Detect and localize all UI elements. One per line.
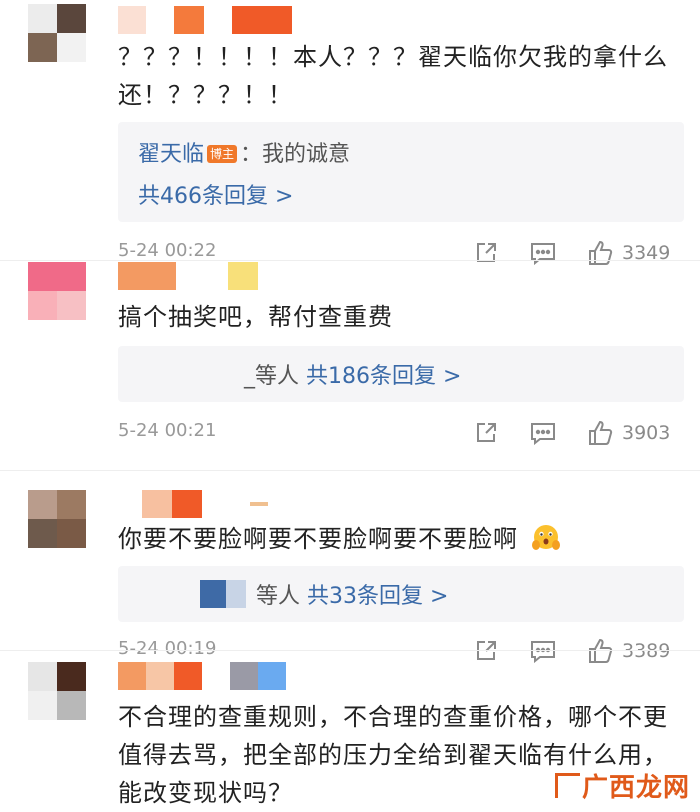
reply-preview[interactable]: 等人 共33条回复 > — [118, 566, 684, 622]
username-blurred[interactable] — [142, 490, 272, 518]
watermark-logo-icon — [554, 773, 580, 798]
comment-meta: 5-24 00:21 3903 — [118, 418, 684, 448]
like-button[interactable]: 3903 — [588, 418, 670, 448]
author-badge: 博主 — [207, 145, 238, 163]
comment-icon — [531, 423, 555, 445]
reply-count-link[interactable]: 共33条回复 > — [307, 584, 448, 609]
divider — [0, 260, 700, 261]
timestamp: 5-24 00:19 — [118, 638, 217, 659]
username-blurred[interactable] — [118, 6, 298, 34]
username-blurred[interactable] — [118, 262, 268, 290]
divider — [0, 470, 700, 471]
username-blurred[interactable] — [118, 662, 298, 690]
share-icon — [477, 243, 496, 262]
reply-preview[interactable]: _等人 共186条回复 > — [118, 346, 684, 402]
reply-text: ：我的诚意 — [240, 142, 351, 167]
reply-author[interactable]: 翟天临 — [138, 142, 204, 167]
reply-count-link[interactable]: 共466条回复 > — [138, 178, 293, 210]
reply-count-link[interactable]: 共186条回复 > — [306, 364, 461, 389]
comment-feed: { "comments": [ { "text": "？？？！！！！本人？？？翟… — [0, 0, 700, 808]
divider — [0, 650, 700, 651]
timestamp: 5-24 00:21 — [118, 420, 217, 441]
share-button[interactable] — [474, 418, 498, 448]
like-count: 3389 — [622, 640, 671, 662]
comment-button[interactable] — [530, 238, 556, 268]
share-button[interactable] — [474, 238, 498, 268]
reply-users: 等人 — [256, 584, 301, 609]
avatar[interactable] — [28, 662, 86, 720]
comment-button[interactable] — [530, 418, 556, 448]
reply-top: 翟天临 博主 ：我的诚意 — [138, 136, 350, 168]
reply-users: _等人 — [244, 364, 300, 389]
comment-button[interactable] — [530, 636, 556, 666]
watermark-text: 广西龙网 — [581, 773, 690, 803]
thumbs-up-icon — [589, 240, 613, 265]
reply-users-blurred — [200, 580, 250, 608]
reply-preview[interactable]: 翟天临 博主 ：我的诚意 共466条回复 > — [118, 122, 684, 222]
timestamp: 5-24 00:22 — [118, 240, 217, 261]
comment-text: ？？？！！！！本人？？？翟天临你欠我的拿什么还！？？？！！ — [118, 43, 668, 109]
share-icon — [477, 423, 496, 442]
reply-top: _等人 共186条回复 > — [244, 358, 461, 390]
comment-icon — [531, 641, 555, 663]
comment-icon — [531, 243, 555, 265]
like-button[interactable]: 3349 — [588, 238, 670, 268]
thumbs-up-icon — [589, 420, 613, 445]
like-count: 3903 — [622, 422, 671, 444]
avatar[interactable] — [28, 490, 86, 548]
reply-top: 等人 共33条回复 > — [256, 578, 448, 610]
share-icon — [477, 641, 496, 660]
like-button[interactable]: 3389 — [588, 636, 670, 666]
comment-text-content: 你要不要脸啊要不要脸啊要不要脸啊 — [118, 525, 518, 553]
avatar[interactable] — [28, 4, 86, 62]
comment-text: 搞个抽奖吧，帮付查重费 — [118, 303, 393, 331]
avatar[interactable] — [28, 262, 86, 320]
comment-text: 你要不要脸啊要不要脸啊要不要脸啊 — [118, 520, 678, 558]
thumbs-up-icon — [589, 638, 613, 663]
face-with-hands-on-cheeks-emoji — [531, 525, 560, 550]
share-button[interactable] — [474, 636, 498, 666]
watermark: 广西龙网 — [554, 767, 690, 804]
